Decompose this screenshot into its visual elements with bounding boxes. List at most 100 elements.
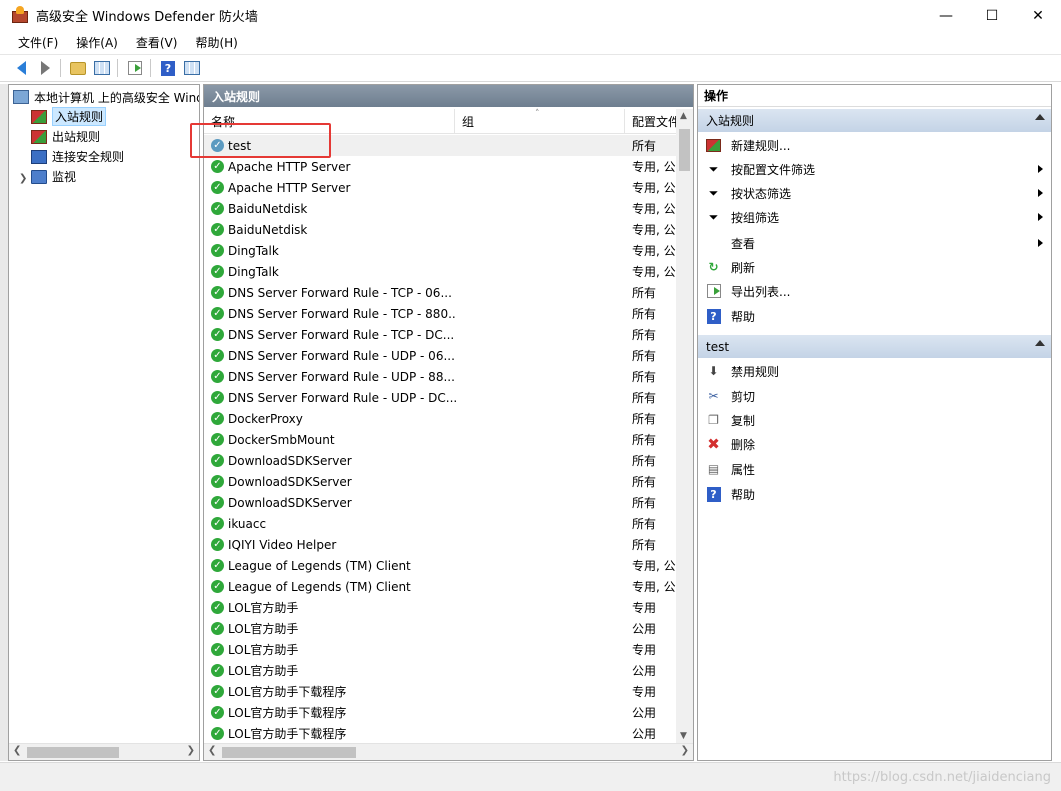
- action-refresh[interactable]: ↻ 刷新: [698, 255, 1051, 279]
- action-label: 复制: [731, 413, 756, 428]
- action-copy[interactable]: ❐ 复制: [698, 408, 1051, 432]
- action-label: 导出列表...: [731, 284, 791, 299]
- scroll-thumb[interactable]: [222, 747, 356, 758]
- enabled-check-icon: ✓: [211, 265, 224, 278]
- help-icon: ?: [161, 60, 175, 76]
- table-row[interactable]: ✓ BaiduNetdisk 专用, 公用: [204, 198, 677, 219]
- action-delete[interactable]: ✖ 删除: [698, 432, 1051, 456]
- action-new-rule[interactable]: 新建规则...: [698, 133, 1051, 157]
- action-filter-by-profile[interactable]: ⏷ 按配置文件筛选: [698, 157, 1051, 181]
- table-row[interactable]: ✓ DNS Server Forward Rule - UDP - 88... 所有: [204, 366, 677, 387]
- table-row[interactable]: ✓ LOL官方助手下载程序 专用: [204, 681, 677, 702]
- action-help-2[interactable]: ? 帮助: [698, 482, 1051, 506]
- tree-item-monitoring[interactable]: 监视: [31, 167, 76, 186]
- table-row[interactable]: ✓ LOL官方助手 公用: [204, 660, 677, 681]
- table-row[interactable]: ✓ ikuacc 所有: [204, 513, 677, 534]
- rule-name-cell: ✓ DNS Server Forward Rule - UDP - 88...: [211, 370, 456, 384]
- column-header-group[interactable]: 组: [455, 109, 625, 134]
- table-row[interactable]: ✓ DNS Server Forward Rule - UDP - DC... 所有: [204, 387, 677, 408]
- action-disable-rule[interactable]: ⬇ 禁用规则: [698, 359, 1051, 383]
- table-row[interactable]: ✓ DownloadSDKServer 所有: [204, 450, 677, 471]
- close-button[interactable]: ✕: [1015, 0, 1061, 31]
- scroll-up-icon[interactable]: ▲: [680, 111, 687, 121]
- table-row[interactable]: ✓ DockerSmbMount 所有: [204, 429, 677, 450]
- rule-profile: 公用: [632, 664, 657, 678]
- action-view[interactable]: 查看: [698, 231, 1051, 255]
- table-row[interactable]: ✓ League of Legends (TM) Client 专用, 公用: [204, 576, 677, 597]
- table-row[interactable]: ✓ LOL官方助手 公用: [204, 618, 677, 639]
- forward-button[interactable]: [34, 57, 56, 79]
- scroll-right-icon[interactable]: ❯: [681, 745, 689, 756]
- table-row[interactable]: ✓ DNS Server Forward Rule - TCP - 880... 所…: [204, 303, 677, 324]
- rule-name-cell: ✓ LOL官方助手下载程序: [211, 704, 456, 721]
- rule-name-cell: ✓ Apache HTTP Server: [211, 181, 456, 195]
- action-group-inbound[interactable]: 入站规则: [698, 109, 1051, 132]
- expand-chevron-icon[interactable]: ❯: [19, 173, 27, 184]
- rules-horizontal-scrollbar[interactable]: ❮ ❯: [204, 743, 693, 760]
- action-filter-by-group[interactable]: ⏷ 按组筛选: [698, 205, 1051, 229]
- tree-item-inbound[interactable]: 入站规则: [31, 107, 107, 126]
- table-row[interactable]: ✓ DNS Server Forward Rule - TCP - DC... 所有: [204, 324, 677, 345]
- action-help[interactable]: ? 帮助: [698, 304, 1051, 328]
- column-header-name[interactable]: 名称: [204, 109, 455, 134]
- maximize-button[interactable]: ☐: [969, 0, 1015, 31]
- up-folder-button[interactable]: [67, 57, 89, 79]
- scroll-down-icon[interactable]: ▼: [680, 731, 687, 741]
- table-row[interactable]: ✓ LOL官方助手下载程序 公用: [204, 723, 677, 744]
- rule-name: DNS Server Forward Rule - UDP - DC...: [228, 390, 456, 405]
- table-row[interactable]: ✓ LOL官方助手 专用: [204, 597, 677, 618]
- table-row[interactable]: ✓ BaiduNetdisk 专用, 公用: [204, 219, 677, 240]
- show-action-pane-button[interactable]: [181, 57, 203, 79]
- scroll-left-icon[interactable]: ❮: [13, 745, 21, 756]
- tree-item-connection-security[interactable]: 连接安全规则: [31, 147, 124, 166]
- table-row[interactable]: ✓ DingTalk 专用, 公用: [204, 261, 677, 282]
- tree-horizontal-scrollbar[interactable]: ❮ ❯: [9, 743, 199, 760]
- column-header-profile[interactable]: 配置文件: [625, 109, 677, 134]
- table-row[interactable]: ✓ LOL官方助手 专用: [204, 639, 677, 660]
- export-list-button[interactable]: [124, 57, 146, 79]
- table-row[interactable]: ✓ DNS Server Forward Rule - TCP - 06... 所有: [204, 282, 677, 303]
- filter-icon: ⏷: [708, 185, 719, 200]
- action-cut[interactable]: ✂ 剪切: [698, 384, 1051, 408]
- menu-file[interactable]: 文件(F): [10, 34, 66, 51]
- rule-name: Apache HTTP Server: [228, 159, 351, 174]
- menu-help[interactable]: 帮助(H): [187, 34, 245, 51]
- minimize-button[interactable]: —: [923, 0, 969, 31]
- rule-name-cell: ✓ DockerSmbMount: [211, 433, 456, 447]
- collapse-icon[interactable]: [1035, 340, 1045, 346]
- menu-view[interactable]: 查看(V): [128, 34, 186, 51]
- action-group-test[interactable]: test: [698, 335, 1051, 358]
- table-row[interactable]: ✓ IQIYI Video Helper 所有: [204, 534, 677, 555]
- enabled-check-icon: ✓: [211, 727, 224, 740]
- rules-vertical-scrollbar[interactable]: ▲ ▼: [676, 109, 693, 743]
- scroll-thumb[interactable]: [679, 129, 690, 171]
- table-row[interactable]: ✓ DNS Server Forward Rule - UDP - 06... 所有: [204, 345, 677, 366]
- show-hide-tree-button[interactable]: [91, 57, 113, 79]
- help-button[interactable]: ?: [157, 57, 179, 79]
- action-filter-by-state[interactable]: ⏷ 按状态筛选: [698, 181, 1051, 205]
- scroll-right-icon[interactable]: ❯: [187, 745, 195, 756]
- table-row[interactable]: ✓ Apache HTTP Server 专用, 公用: [204, 156, 677, 177]
- menu-action[interactable]: 操作(A): [68, 34, 126, 51]
- action-label: 帮助: [731, 309, 756, 324]
- action-export-list[interactable]: 导出列表...: [698, 279, 1051, 303]
- scroll-thumb[interactable]: [27, 747, 119, 758]
- table-row[interactable]: ✓ DownloadSDKServer 所有: [204, 492, 677, 513]
- table-row[interactable]: ✓ DownloadSDKServer 所有: [204, 471, 677, 492]
- table-row[interactable]: ✓ LOL官方助手下载程序 公用: [204, 702, 677, 723]
- action-properties[interactable]: ▤ 属性: [698, 457, 1051, 481]
- rule-name: LOL官方助手下载程序: [228, 727, 347, 741]
- tree-item-outbound[interactable]: 出站规则: [31, 127, 100, 146]
- tree-root[interactable]: 本地计算机 上的高级安全 Windows Defender 防火墙: [13, 88, 199, 106]
- table-row[interactable]: ✓ Apache HTTP Server 专用, 公用: [204, 177, 677, 198]
- table-row[interactable]: ✓ League of Legends (TM) Client 专用, 公用: [204, 555, 677, 576]
- collapse-icon[interactable]: [1035, 114, 1045, 120]
- table-row[interactable]: ✓ test 所有: [204, 135, 677, 156]
- submenu-arrow-icon: [1038, 165, 1043, 173]
- rules-table-header: 名称 ˄ 组 配置文件: [204, 109, 677, 134]
- table-row[interactable]: ✓ DockerProxy 所有: [204, 408, 677, 429]
- toolbar-separator: [60, 59, 61, 77]
- table-row[interactable]: ✓ DingTalk 专用, 公用: [204, 240, 677, 261]
- scroll-left-icon[interactable]: ❮: [208, 745, 216, 756]
- back-button[interactable]: [10, 57, 32, 79]
